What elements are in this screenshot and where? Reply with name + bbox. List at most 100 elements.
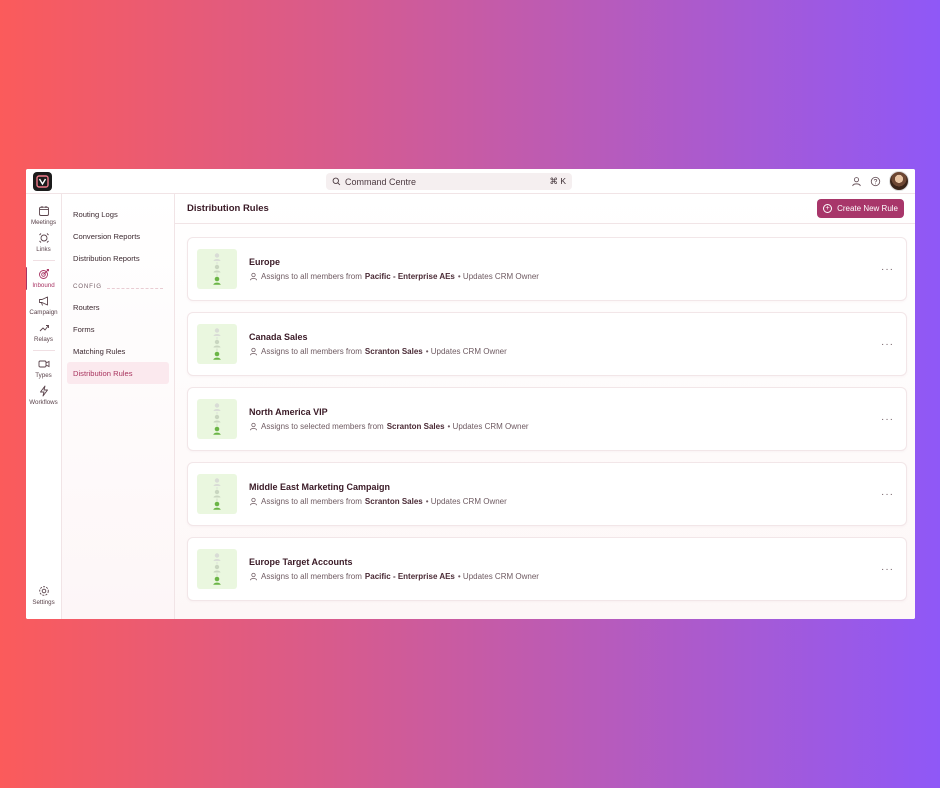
user-avatar[interactable]: [889, 171, 909, 191]
rule-title: Europe Target Accounts: [249, 557, 353, 567]
search-shortcut: ⌘ K: [549, 176, 566, 186]
rule-card[interactable]: Europe Assigns to all members from Pacif…: [187, 237, 907, 301]
rule-card[interactable]: North America VIP Assigns to selected me…: [187, 387, 907, 451]
command-centre-search[interactable]: Command Centre ⌘ K: [326, 173, 572, 190]
search-icon: [332, 177, 341, 186]
rule-description: Assigns to all members from Pacific - En…: [249, 272, 539, 281]
rule-prefix: Assigns to all members from: [261, 572, 362, 581]
rule-prefix: Assigns to all members from: [261, 272, 362, 281]
rail-item-meetings[interactable]: Meetings: [26, 202, 62, 229]
rule-suffix: • Updates CRM Owner: [425, 497, 507, 506]
top-right-actions: [851, 171, 909, 191]
rule-team: Scranton Sales: [364, 497, 423, 506]
nav-item-routers[interactable]: Routers: [67, 296, 169, 318]
rule-thumbnail: [197, 474, 237, 514]
nav-item-distribution-rules[interactable]: Distribution Rules: [67, 362, 169, 384]
distribution-people-icon: [213, 553, 221, 585]
nav-section-config: CONFIG: [67, 283, 169, 290]
more-options-icon[interactable]: ···: [881, 564, 894, 575]
rule-thumbnail: [197, 399, 237, 439]
link-icon: [38, 233, 49, 243]
more-options-icon[interactable]: ···: [881, 339, 894, 350]
nav-item-distribution-reports[interactable]: Distribution Reports: [67, 247, 169, 269]
rail-label: Workflows: [29, 399, 58, 406]
video-icon: [38, 360, 49, 368]
rule-prefix: Assigns to selected members from: [261, 422, 384, 431]
rule-prefix: Assigns to all members from: [261, 497, 362, 506]
rule-suffix: • Updates CRM Owner: [447, 422, 529, 431]
rule-card[interactable]: Middle East Marketing Campaign Assigns t…: [187, 462, 907, 526]
distribution-people-icon: [213, 253, 221, 285]
nav-item-routing-logs[interactable]: Routing Logs: [67, 203, 169, 225]
distribution-people-icon: [213, 478, 221, 510]
person-icon: [249, 272, 258, 281]
rail-item-inbound[interactable]: Inbound: [26, 265, 62, 292]
rule-thumbnail: [197, 549, 237, 589]
rule-thumbnail: [197, 324, 237, 364]
rail-label: Inbound: [32, 282, 55, 289]
rule-team: Scranton Sales: [364, 347, 423, 356]
relay-icon: [39, 325, 49, 332]
rail-item-workflows[interactable]: Workflows: [26, 382, 62, 409]
lightning-icon: [39, 385, 48, 397]
distribution-people-icon: [213, 403, 221, 435]
main-content: Distribution Rules + Create New Rule Eur…: [175, 194, 915, 619]
rail-item-types[interactable]: Types: [26, 355, 62, 382]
create-button-label: Create New Rule: [837, 204, 898, 213]
help-icon[interactable]: [870, 176, 881, 187]
person-icon: [249, 497, 258, 506]
section-divider: [106, 285, 163, 289]
rail-item-relays[interactable]: Relays: [26, 319, 62, 346]
nav-item-conversion-reports[interactable]: Conversion Reports: [67, 225, 169, 247]
rule-team: Pacific - Enterprise AEs: [364, 572, 455, 581]
create-new-rule-button[interactable]: + Create New Rule: [817, 199, 904, 218]
rail-item-links[interactable]: Links: [26, 229, 62, 256]
rail-label: Relays: [34, 336, 53, 343]
app-window: Command Centre ⌘ K Meetings Links Inboun…: [26, 169, 915, 619]
nav-item-matching-rules[interactable]: Matching Rules: [67, 340, 169, 362]
rule-description: Assigns to all members from Scranton Sal…: [249, 497, 507, 506]
plus-circle-icon: +: [823, 204, 833, 213]
more-options-icon[interactable]: ···: [881, 489, 894, 500]
calendar-icon: [38, 206, 49, 216]
rule-card[interactable]: Canada Sales Assigns to all members from…: [187, 312, 907, 376]
rail-item-settings[interactable]: Settings: [26, 582, 62, 609]
nav-item-forms[interactable]: Forms: [67, 318, 169, 340]
icon-rail: Meetings Links Inbound Campaign Relays T…: [26, 194, 62, 619]
rail-label: Campaign: [29, 309, 58, 316]
rule-suffix: • Updates CRM Owner: [457, 572, 539, 581]
rail-divider: [32, 260, 55, 261]
rule-team: Pacific - Enterprise AEs: [364, 272, 455, 281]
rule-card[interactable]: Europe Target Accounts Assigns to all me…: [187, 537, 907, 601]
person-icon: [249, 347, 258, 356]
app-logo[interactable]: [33, 172, 52, 191]
rule-suffix: • Updates CRM Owner: [457, 272, 539, 281]
page-header: Distribution Rules + Create New Rule: [175, 194, 915, 224]
secondary-nav: Routing Logs Conversion Reports Distribu…: [62, 194, 175, 619]
rule-title: Middle East Marketing Campaign: [249, 482, 391, 492]
rule-description: Assigns to all members from Pacific - En…: [249, 572, 539, 581]
user-icon[interactable]: [851, 176, 862, 187]
rail-label: Meetings: [30, 219, 57, 226]
top-bar: Command Centre ⌘ K: [26, 169, 915, 194]
rule-prefix: Assigns to all members from: [261, 347, 362, 356]
person-icon: [249, 572, 258, 581]
search-label: Command Centre: [345, 176, 417, 187]
rail-item-campaign[interactable]: Campaign: [26, 292, 62, 319]
person-icon: [249, 422, 258, 431]
inbound-target-icon: [38, 269, 49, 279]
rule-title: Europe: [249, 257, 281, 267]
nav-section-label: CONFIG: [73, 283, 102, 290]
distribution-people-icon: [213, 328, 221, 360]
megaphone-icon: [38, 296, 48, 306]
page-title: Distribution Rules: [187, 203, 269, 214]
rule-description: Assigns to all members from Scranton Sal…: [249, 347, 507, 356]
rules-list: Europe Assigns to all members from Pacif…: [175, 224, 915, 601]
more-options-icon[interactable]: ···: [881, 264, 894, 275]
rail-label: Types: [35, 372, 52, 379]
rail-divider: [32, 350, 55, 351]
more-options-icon[interactable]: ···: [881, 414, 894, 425]
rail-label: Links: [36, 246, 51, 253]
rule-team: Scranton Sales: [386, 422, 445, 431]
rule-description: Assigns to selected members from Scranto…: [249, 422, 529, 431]
